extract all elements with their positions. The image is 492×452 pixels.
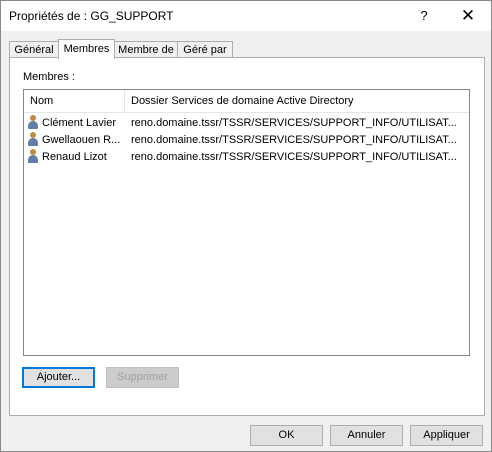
user-icon <box>27 132 39 146</box>
add-member-button[interactable]: Ajouter... <box>22 367 95 388</box>
user-icon <box>27 149 39 163</box>
members-list[interactable]: Nom Dossier Services de domaine Active D… <box>23 89 470 356</box>
column-header-name[interactable]: Nom <box>24 90 125 112</box>
member-name-cell: Renaud Lizot <box>27 149 125 166</box>
cancel-button[interactable]: Annuler <box>330 425 403 446</box>
member-name: Clément Lavier <box>42 117 116 129</box>
window-title: Propriétés de : GG_SUPPORT <box>9 9 174 23</box>
member-name: Gwellaouen R... <box>42 134 121 146</box>
title-bar: Propriétés de : GG_SUPPORT ? ✕ <box>1 1 491 31</box>
help-button[interactable]: ? <box>407 1 441 31</box>
apply-button[interactable]: Appliquer <box>410 425 483 446</box>
tab-membres[interactable]: Membres <box>58 39 115 59</box>
member-name: Renaud Lizot <box>42 151 107 163</box>
column-header-folder[interactable]: Dossier Services de domaine Active Direc… <box>125 90 469 112</box>
member-path: reno.domaine.tssr/TSSR/SERVICES/SUPPORT_… <box>131 117 457 129</box>
list-item[interactable]: Renaud Lizot reno.domaine.tssr/TSSR/SERV… <box>24 149 469 166</box>
list-item[interactable]: Gwellaouen R... reno.domaine.tssr/TSSR/S… <box>24 132 469 149</box>
member-path: reno.domaine.tssr/TSSR/SERVICES/SUPPORT_… <box>131 151 457 163</box>
properties-dialog: Propriétés de : GG_SUPPORT ? ✕ Général M… <box>0 0 492 452</box>
ok-button[interactable]: OK <box>250 425 323 446</box>
user-icon <box>27 115 39 129</box>
member-path: reno.domaine.tssr/TSSR/SERVICES/SUPPORT_… <box>131 134 457 146</box>
list-item[interactable]: Clément Lavier reno.domaine.tssr/TSSR/SE… <box>24 115 469 132</box>
members-panel: Membres : Nom Dossier Services de domain… <box>9 57 485 416</box>
members-label: Membres : <box>23 71 75 83</box>
remove-member-button[interactable]: Supprimer <box>106 367 179 388</box>
list-header: Nom Dossier Services de domaine Active D… <box>24 90 469 113</box>
close-button[interactable]: ✕ <box>451 1 485 31</box>
member-name-cell: Clément Lavier <box>27 115 125 132</box>
member-name-cell: Gwellaouen R... <box>27 132 125 149</box>
